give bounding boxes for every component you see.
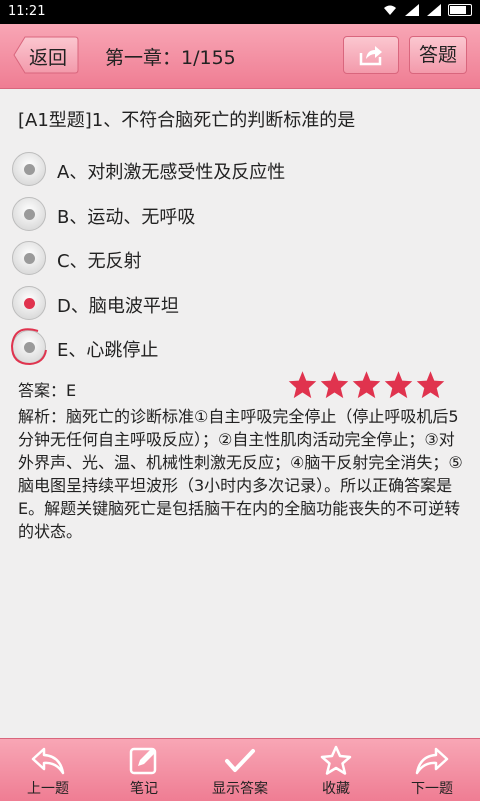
- star-icon: [288, 371, 317, 399]
- next-question-button[interactable]: 下一题: [384, 739, 480, 801]
- prev-question-label: 上一题: [27, 781, 69, 797]
- notes-button[interactable]: 笔记: [96, 739, 192, 801]
- star-icon: [384, 371, 413, 399]
- option-d[interactable]: D、脑电波平坦: [12, 286, 442, 322]
- option-b[interactable]: B、运动、无呼吸: [12, 197, 442, 233]
- checkmark-icon: [225, 749, 255, 772]
- favorite-button[interactable]: 收藏: [288, 739, 384, 801]
- option-label: B、运动、无呼吸: [57, 207, 196, 228]
- radio-button[interactable]: [12, 197, 46, 231]
- top-bar: 返回 第一章：1/155 答题: [0, 24, 480, 89]
- status-bar: 11:21: [0, 0, 480, 24]
- share-icon: [359, 46, 382, 66]
- option-e[interactable]: E、心跳停止: [10, 328, 442, 366]
- radio-button-selected[interactable]: [12, 286, 46, 320]
- favorite-label: 收藏: [322, 781, 350, 797]
- back-button-label: 返回: [29, 47, 68, 69]
- question-text: [A1型题]1、不符合脑死亡的判断标准的是: [18, 110, 356, 131]
- option-label: E、心跳停止: [57, 340, 159, 361]
- star-icon: [416, 371, 445, 399]
- answer-text: 答案：E: [18, 381, 77, 400]
- signal-icon: [405, 4, 419, 16]
- status-icons: [382, 4, 472, 16]
- next-question-label: 下一题: [411, 781, 453, 797]
- star-icon: [352, 371, 381, 399]
- option-c[interactable]: C、无反射: [12, 241, 442, 277]
- option-label: C、无反射: [57, 251, 142, 272]
- wifi-icon: [384, 5, 396, 15]
- share-button[interactable]: [343, 36, 399, 74]
- bottom-toolbar: 上一题 笔记 显示答案 收藏 下一题: [0, 738, 480, 801]
- radio-button[interactable]: [12, 152, 46, 186]
- forward-arrow-icon: [415, 747, 449, 775]
- option-label: D、脑电波平坦: [57, 296, 179, 317]
- battery-icon: [448, 4, 472, 16]
- answer-mode-button[interactable]: 答题: [409, 36, 467, 74]
- show-answer-button[interactable]: 显示答案: [192, 739, 288, 801]
- page-title: 第一章：1/155: [105, 47, 236, 69]
- reply-arrow-icon: [31, 747, 65, 775]
- edit-note-icon: [129, 747, 157, 775]
- option-a[interactable]: A、对刺激无感受性及反应性: [12, 152, 442, 188]
- radio-button[interactable]: [12, 241, 46, 275]
- explanation-text: 解析：脑死亡的诊断标准①自主呼吸完全停止（停止呼吸机后5分钟无任何自主呼吸反应）…: [18, 407, 463, 541]
- option-label: A、对刺激无感受性及反应性: [57, 162, 286, 183]
- difficulty-rating: [287, 370, 446, 400]
- correct-answer-mark-icon: [10, 328, 47, 366]
- signal-icon: [427, 4, 441, 16]
- back-button[interactable]: 返回: [13, 36, 79, 74]
- star-outline-icon: [320, 745, 352, 775]
- prev-question-button[interactable]: 上一题: [0, 739, 96, 801]
- status-time: 11:21: [8, 4, 46, 19]
- star-icon: [320, 371, 349, 399]
- notes-label: 笔记: [130, 781, 158, 797]
- show-answer-label: 显示答案: [212, 781, 268, 797]
